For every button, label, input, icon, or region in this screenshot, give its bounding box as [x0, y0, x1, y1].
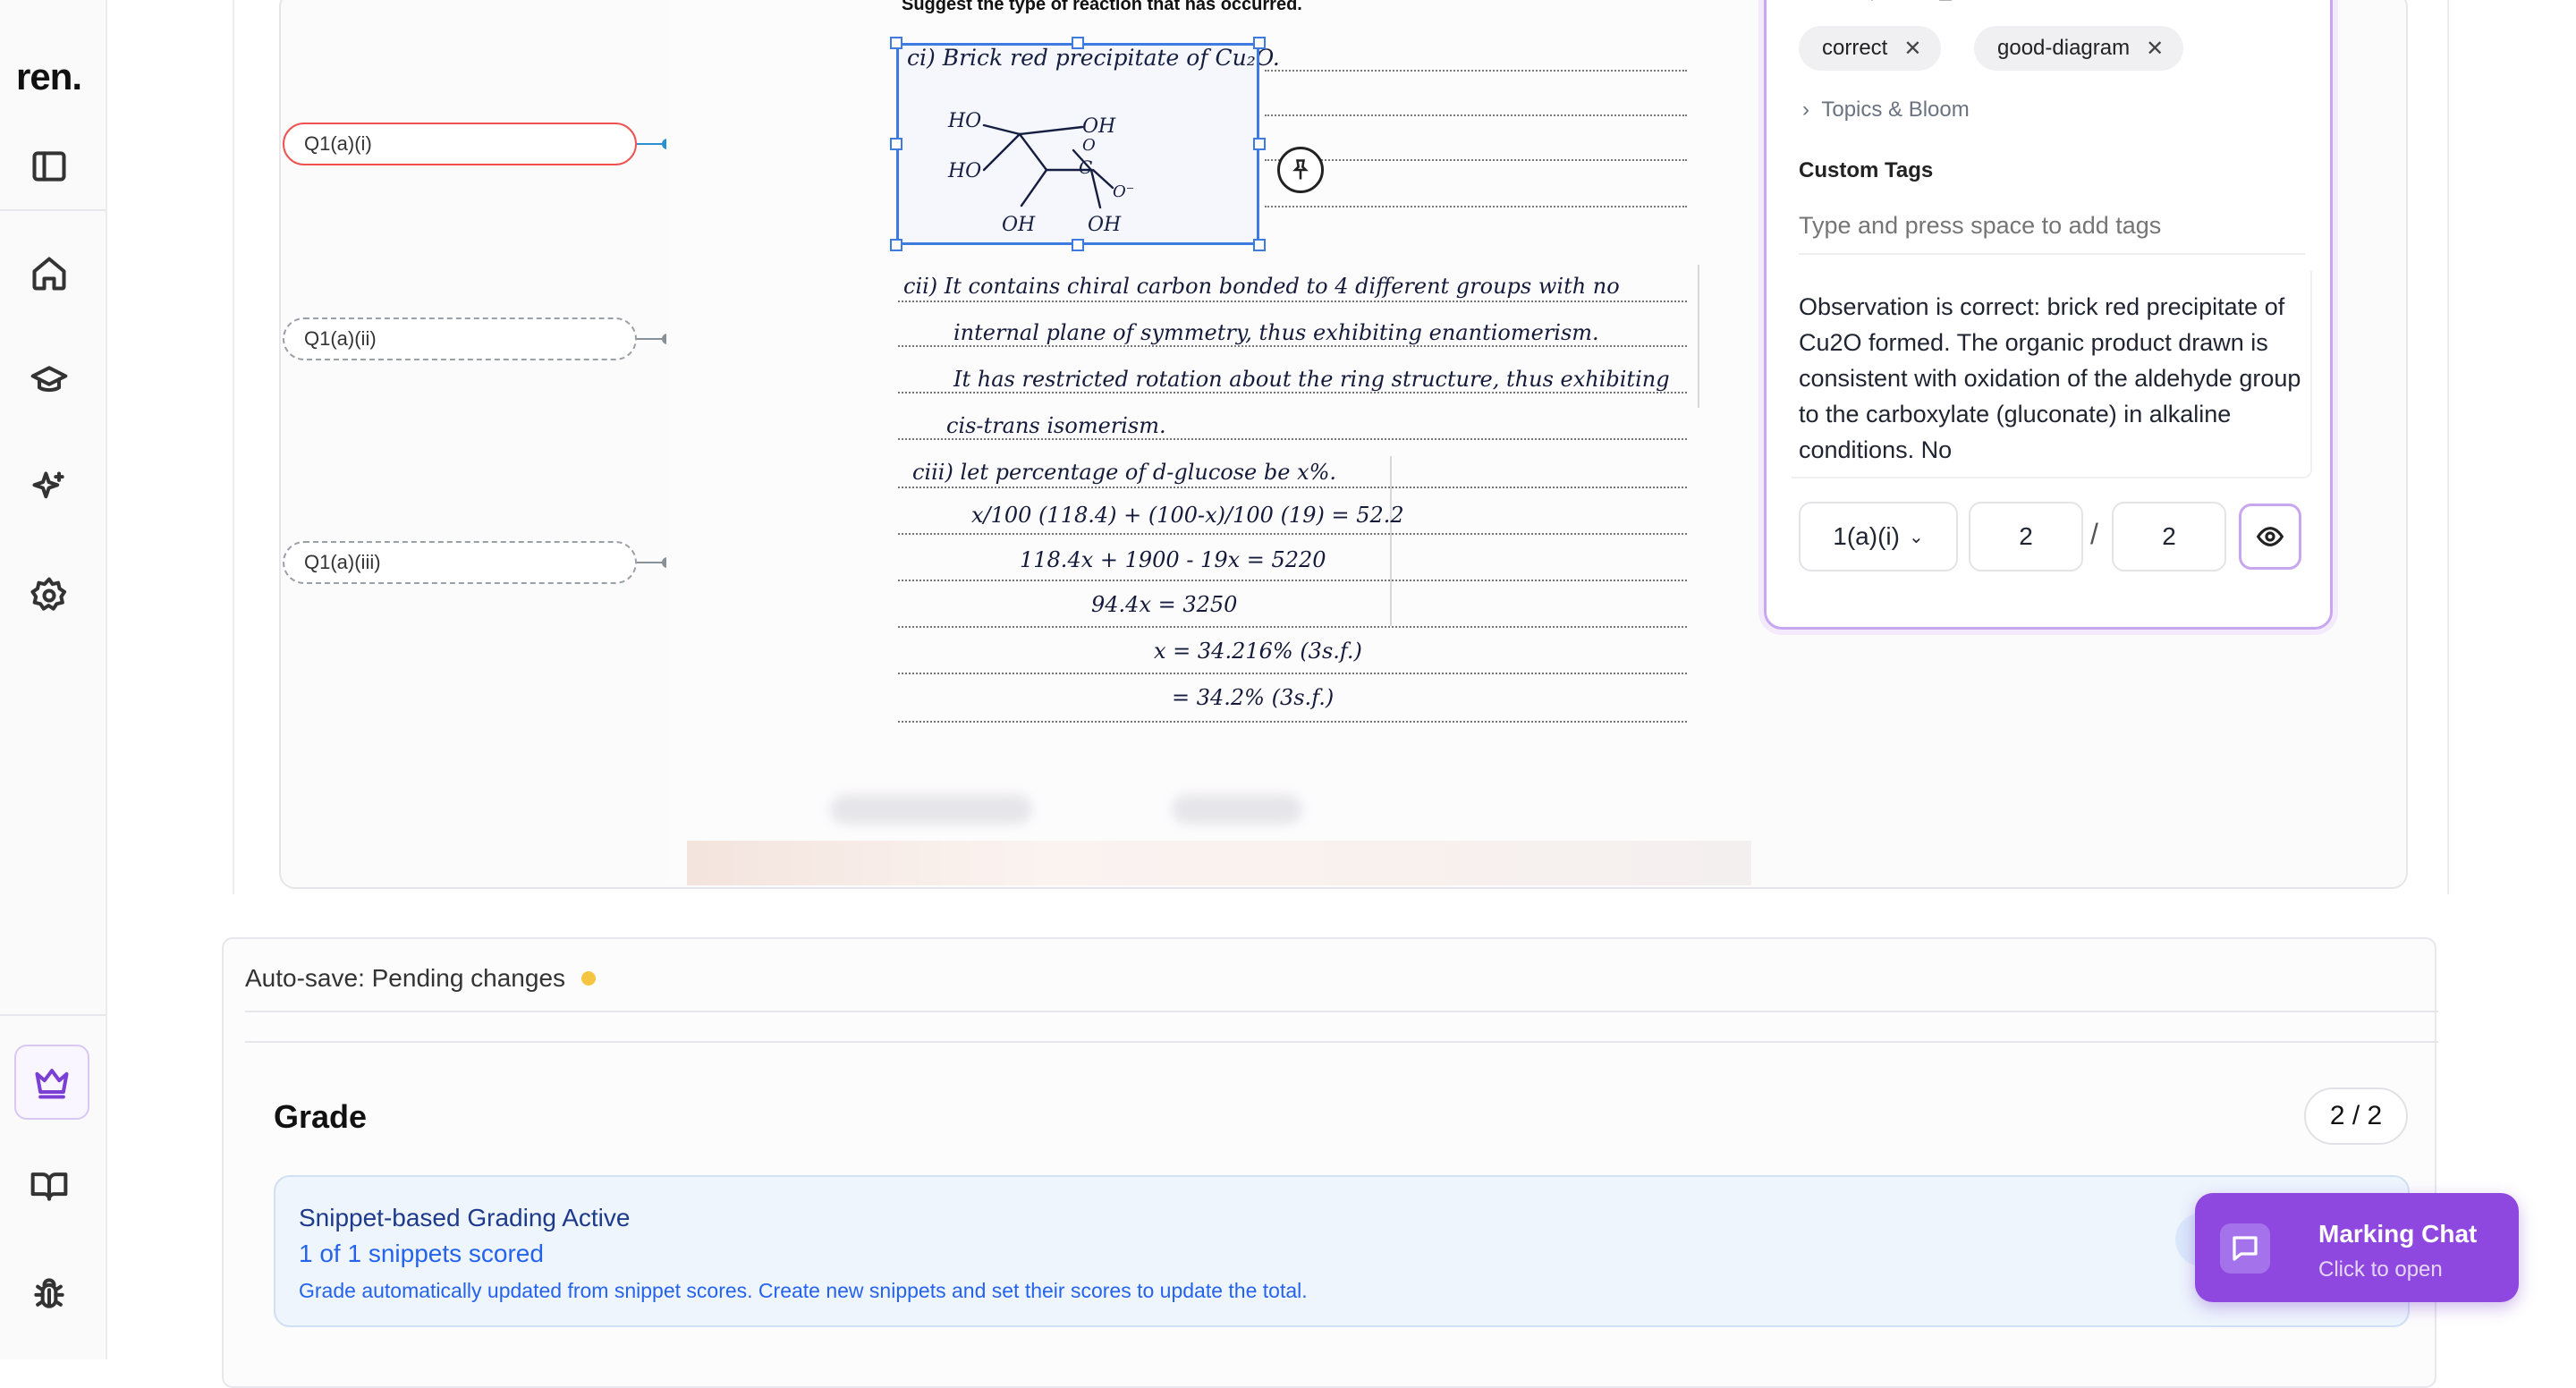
chevron-right-icon: ›	[1802, 97, 1809, 122]
home-icon[interactable]	[28, 252, 71, 295]
answer-rule	[898, 487, 1687, 488]
tag-chip: correct ✕	[1799, 26, 1942, 71]
handwritten-line: x/100 (118.4) + (100-x)/100 (19) = 52.2	[971, 503, 1404, 528]
answer-rule	[898, 345, 1687, 347]
snippet-grading-description: Grade automatically updated from snippet…	[299, 1279, 1308, 1302]
marking-chat-subtitle: Click to open	[2318, 1257, 2443, 1282]
eye-icon	[2256, 527, 2284, 546]
topics-bloom-label: Topics & Bloom	[1821, 97, 1970, 122]
resize-handle[interactable]	[1072, 37, 1084, 49]
margin-line	[1698, 265, 1699, 408]
resize-handle[interactable]	[890, 37, 902, 49]
answer-rule	[898, 721, 1687, 723]
chevron-down-icon: ⌄	[1908, 527, 1924, 547]
graduation-cap-icon[interactable]	[28, 360, 71, 402]
answer-rule	[898, 533, 1687, 535]
sidebar-toggle-icon[interactable]	[28, 145, 71, 188]
margin-line	[1390, 456, 1392, 626]
answer-rule	[1265, 159, 1687, 161]
resize-handle[interactable]	[1253, 138, 1266, 150]
resize-handle[interactable]	[890, 138, 902, 150]
crown-icon[interactable]	[14, 1045, 89, 1120]
snippet-grading-title: Snippet-based Grading Active	[299, 1204, 631, 1231]
question-pill-q1aii[interactable]: Q1(a)(ii)	[283, 317, 637, 360]
pin-button[interactable]	[1277, 147, 1324, 193]
handwritten-line: x = 34.216% (3s.f.)	[1154, 639, 1362, 664]
handwritten-line: internal plane of symmetry, thus exhibit…	[953, 320, 1599, 345]
score-separator: /	[2090, 518, 2098, 550]
remove-tag-icon[interactable]: ✕	[2146, 36, 2164, 62]
handwritten-line: cis-trans isomerism.	[946, 413, 1166, 438]
resize-handle[interactable]	[1253, 37, 1266, 49]
resize-handle[interactable]	[1072, 239, 1084, 251]
remove-tag-icon[interactable]: ✕	[1903, 36, 1921, 62]
tag-label: good-diagram	[1997, 36, 2131, 60]
resize-handle[interactable]	[1253, 239, 1266, 251]
answer-rule	[1265, 70, 1687, 72]
answer-rule	[1265, 206, 1687, 207]
topics-bloom-toggle[interactable]: › Topics & Bloom	[1802, 97, 1970, 123]
question-pill-q1aiii[interactable]: Q1(a)(iii)	[283, 541, 637, 584]
answer-rule	[898, 392, 1687, 394]
section-divider	[245, 1041, 2438, 1043]
sidebar: ren.	[0, 0, 107, 1359]
handwritten-line: 118.4x + 1900 - 19x = 5220	[1020, 547, 1326, 572]
grade-total-badge: 2 / 2	[2304, 1088, 2408, 1145]
custom-tags-label: Custom Tags	[1799, 158, 1934, 182]
max-score-input[interactable]: 2	[2112, 502, 2226, 571]
app-logo[interactable]: ren.	[16, 55, 82, 98]
handwritten-line: It has restricted rotation about the rin…	[953, 367, 1670, 392]
answer-rule	[898, 580, 1687, 581]
visibility-toggle-button[interactable]	[2239, 504, 2301, 570]
paper-edge	[687, 841, 1751, 885]
sidebar-divider	[0, 209, 106, 211]
score-input[interactable]: 2	[1969, 502, 2083, 571]
question-select[interactable]: 1(a)(i) ⌄	[1799, 502, 1958, 571]
trash-icon[interactable]	[1929, 0, 1962, 6]
settings-icon[interactable]	[28, 574, 71, 617]
answer-rule	[898, 438, 1687, 440]
question-select-value: 1(a)(i)	[1833, 522, 1900, 550]
answer-rule	[1265, 114, 1687, 116]
handwritten-line: cii) It contains chiral carbon bonded to…	[903, 274, 1620, 299]
snippet-annotation-card: correct ✕ good-diagram ✕ › Topics & Bloo…	[1764, 0, 2333, 630]
tag-chip: good-diagram ✕	[1974, 26, 2184, 71]
redacted-text	[1172, 794, 1302, 825]
snippet-grading-info: Snippet-based Grading Active 1 of 1 snip…	[274, 1175, 2410, 1327]
question-pill-q1ai[interactable]: Q1(a)(i)	[283, 123, 637, 165]
snippet-selection-box[interactable]	[896, 43, 1259, 245]
handwritten-line: = 34.2% (3s.f.)	[1172, 685, 1335, 710]
bug-icon[interactable]	[28, 1272, 71, 1315]
handwritten-line: 94.4x = 3250	[1091, 592, 1238, 617]
snippet-scored-count: 1 of 1 snippets scored	[299, 1240, 544, 1267]
printed-question-text: Suggest the type of reaction that has oc…	[902, 0, 1302, 14]
add-comment-icon[interactable]	[1865, 0, 1897, 6]
handwritten-line: ciii) let percentage of d-glucose be x%.	[912, 460, 1337, 485]
autosave-status: Auto-save: Pending changes	[245, 964, 597, 993]
close-icon[interactable]	[1801, 0, 1833, 6]
redacted-text	[830, 794, 1032, 825]
custom-tags-input[interactable]	[1799, 198, 2305, 255]
tag-label: correct	[1822, 36, 1888, 60]
answer-rule	[898, 626, 1687, 628]
pending-indicator-dot	[581, 971, 597, 986]
autosave-text: Auto-save: Pending changes	[245, 964, 566, 992]
grade-heading: Grade	[274, 1098, 368, 1135]
book-icon[interactable]	[28, 1164, 71, 1207]
section-divider	[245, 1011, 2438, 1012]
feedback-textarea[interactable]: Observation is correct: brick red precip…	[1799, 289, 2305, 471]
pin-icon	[1292, 159, 1309, 180]
marking-chat-button[interactable]: Marking Chat Click to open	[2195, 1193, 2519, 1302]
answer-rule	[898, 300, 1687, 302]
sidebar-divider-bottom	[0, 1014, 106, 1016]
rail-divider-right	[2447, 0, 2449, 894]
answer-rule	[898, 673, 1687, 674]
sparkles-icon[interactable]	[28, 467, 71, 510]
chat-bubble-icon	[2220, 1223, 2270, 1274]
rail-divider	[233, 0, 234, 894]
resize-handle[interactable]	[890, 239, 902, 251]
marking-chat-title: Marking Chat	[2318, 1220, 2478, 1248]
